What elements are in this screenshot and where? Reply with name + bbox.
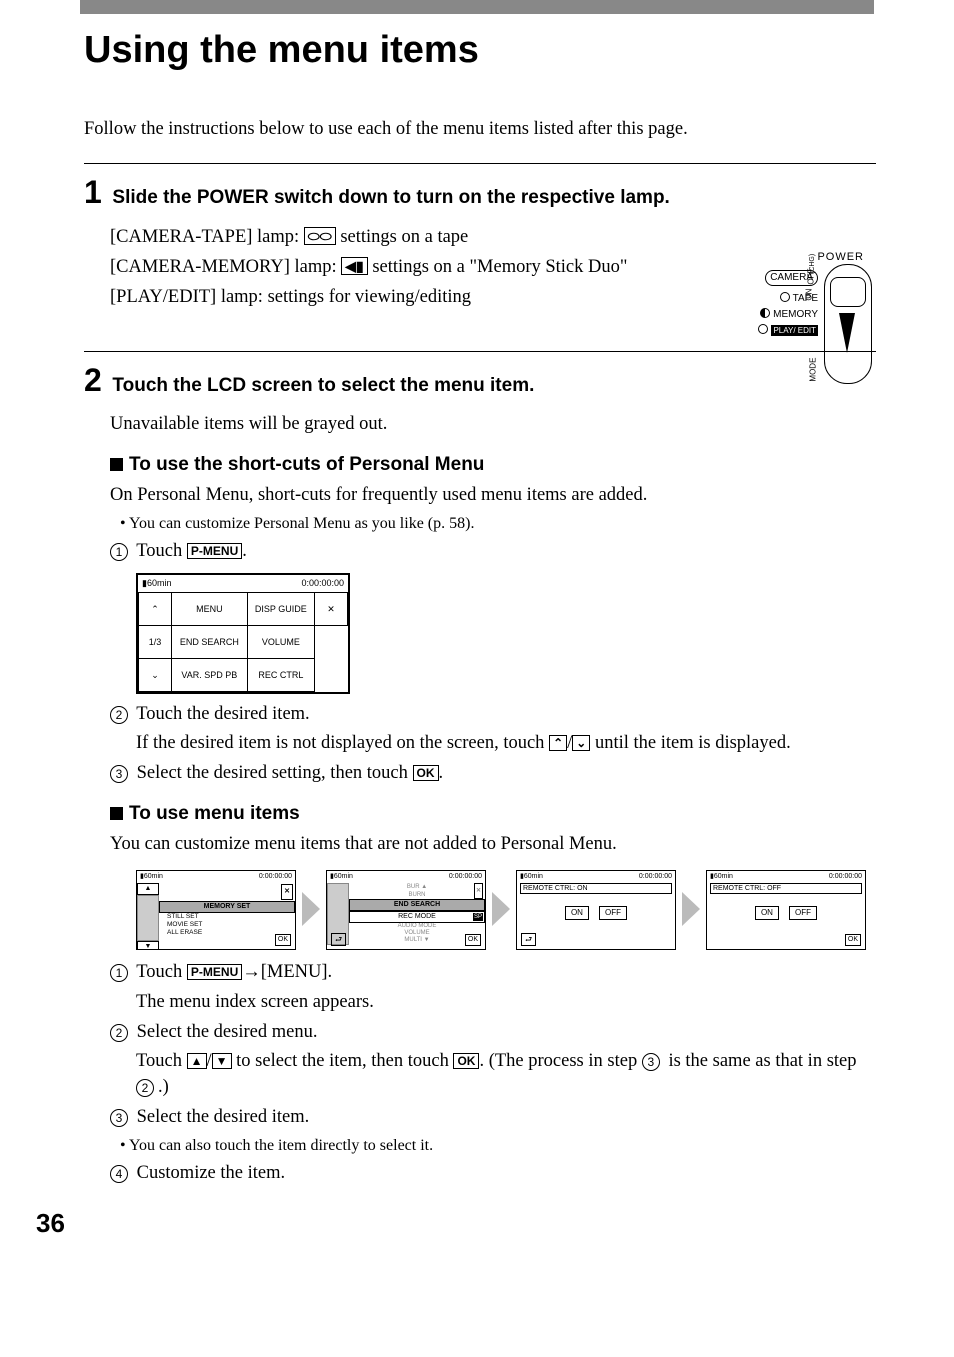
on-button[interactable]: ON — [565, 906, 589, 919]
pmenu-button[interactable]: P-MENU — [187, 964, 242, 980]
menu-step-2: 2 Select the desired menu. — [110, 1020, 876, 1046]
step-number-1: 1 — [84, 170, 102, 215]
circled-1-icon: 1 — [110, 543, 128, 561]
down-icon[interactable]: ▼ — [212, 1053, 232, 1069]
timecode: 0:00:00:00 — [301, 577, 344, 590]
step-number-2: 2 — [84, 358, 102, 403]
step-1-heading: Slide the POWER switch down to turn on t… — [112, 187, 669, 208]
page-title: Using the menu items — [84, 24, 876, 77]
menu-step-1-sub: The menu index screen appears. — [136, 990, 876, 1016]
page-indicator: 1/3 — [139, 625, 172, 658]
substep-3: 3 Select the desired setting, then touch… — [110, 761, 876, 787]
shortcuts-desc: On Personal Menu, short-cuts for frequen… — [110, 483, 876, 509]
end-search-item[interactable]: END SEARCH — [349, 899, 485, 911]
var-spd-pb-button[interactable]: VAR. SPD PB — [172, 658, 248, 691]
back-button[interactable]: ⮐ — [521, 933, 536, 946]
menu-items-heading: To use menu items — [110, 801, 876, 828]
menu-step-3: 3 Select the desired item. — [110, 1105, 876, 1131]
customize-bullet: You can customize Personal Menu as you l… — [120, 513, 876, 535]
menu-step-2-sub: Touch ▲/▼ to select the item, then touch… — [136, 1049, 876, 1101]
substep-2-note: If the desired item is not displayed on … — [136, 731, 876, 757]
off-label: OFF — [805, 269, 816, 285]
intro-text: Follow the instructions below to use eac… — [84, 117, 876, 143]
power-switch[interactable]: (CHG) OFF ON MODE — [824, 264, 872, 384]
substep-1: 1 Touch P-MENU. — [110, 539, 876, 565]
play-edit-label: PLAY/ EDIT — [771, 325, 818, 336]
step-2-heading: Touch the LCD screen to select the menu … — [112, 375, 534, 396]
grayed-out-note: Unavailable items will be grayed out. — [110, 412, 876, 438]
tape-icon: ⬭⬭ — [304, 227, 336, 245]
flow-arrow-icon — [302, 870, 320, 948]
flow-screen-3: 3 ▮60min0:00:00:00 REMOTE CTRL: ON ON OF… — [516, 870, 676, 950]
ok-button[interactable]: OK — [275, 934, 291, 946]
up-dbl-icon[interactable]: ⌃ — [549, 735, 567, 751]
menu-step-3-bullet: You can also touch the item directly to … — [120, 1135, 876, 1157]
divider — [84, 163, 876, 164]
disp-guide-button[interactable]: DISP GUIDE — [247, 592, 314, 625]
back-button[interactable]: ⮐ — [331, 933, 346, 946]
step-1: 1 Slide the POWER switch down to turn on… — [84, 170, 876, 310]
ok-button[interactable]: OK — [453, 1053, 479, 1069]
switch-knob — [830, 277, 866, 307]
play-edit-line: [PLAY/EDIT] lamp: settings for viewing/e… — [110, 285, 650, 311]
flow-screen-2: 2 ▮60min0:00:00:00 BUR ▲ ✕ BURN END SEAR… — [326, 870, 486, 950]
ok-button[interactable]: OK — [413, 765, 439, 781]
up-icon[interactable]: ▲ — [187, 1053, 207, 1069]
circled-3-icon: 3 — [110, 765, 128, 783]
circled-2-icon: 2 — [110, 1024, 128, 1042]
flow-arrow-icon — [492, 870, 510, 948]
mode-label: MODE — [807, 357, 818, 381]
personal-menu-screenshot: ▮60min 0:00:00:00 ⌃ MENU DISP GUIDE ✕ 1/… — [136, 573, 350, 694]
on-button[interactable]: ON — [755, 906, 779, 919]
substep-2: 2 Touch the desired item. — [110, 702, 876, 728]
page-content: Using the menu items Follow the instruct… — [0, 24, 954, 1242]
circled-3-icon: 3 — [110, 1109, 128, 1127]
menu-flow: 1 ▮60min0:00:00:00 ▲ ▼ ✕ MEMORY SET ST — [136, 870, 876, 950]
close-button[interactable]: ✕ — [315, 592, 348, 625]
end-search-button[interactable]: END SEARCH — [172, 625, 248, 658]
shortcuts-heading: To use the short-cuts of Personal Menu — [110, 452, 876, 479]
header-bar — [80, 0, 874, 14]
on-label: ON — [803, 289, 814, 301]
menu-step-4: 4 Customize the item. — [110, 1161, 876, 1187]
page-down-button[interactable]: ⌄ — [139, 658, 172, 691]
circled-2-icon: 2 — [136, 1079, 154, 1097]
flow-arrow-icon — [682, 870, 700, 948]
square-bullet-icon — [110, 458, 123, 471]
memory-label: MEMORY — [773, 309, 818, 320]
circled-3-icon: 3 — [642, 1053, 660, 1071]
page-up-button[interactable]: ⌃ — [139, 592, 172, 625]
step-2: 2 Touch the LCD screen to select the men… — [84, 358, 876, 1188]
flow-screen-4: 4 ▮60min0:00:00:00 REMOTE CTRL: OFF ON O… — [706, 870, 866, 950]
page-number: 36 — [36, 1205, 876, 1241]
circled-2-icon: 2 — [110, 706, 128, 724]
ok-button[interactable]: OK — [845, 934, 861, 946]
pmenu-button[interactable]: P-MENU — [187, 543, 242, 559]
battery-indicator: ▮60min — [142, 577, 171, 590]
circled-4-icon: 4 — [110, 1165, 128, 1183]
memory-set-item[interactable]: MEMORY SET — [159, 901, 295, 913]
menu-items-desc: You can customize menu items that are no… — [110, 832, 876, 858]
off-button[interactable]: OFF — [599, 906, 627, 919]
menu-button[interactable]: MENU — [172, 592, 248, 625]
down-arrow-icon — [839, 313, 855, 353]
square-bullet-icon — [110, 807, 123, 820]
ok-button[interactable]: OK — [465, 934, 481, 946]
camera-tape-line: [CAMERA-TAPE] lamp: ⬭⬭ settings on a tap… — [110, 225, 650, 251]
menu-step-1: 1 Touch P-MENU→[MENU]. — [110, 960, 876, 986]
camera-memory-line: [CAMERA-MEMORY] lamp: ◀▮ settings on a "… — [110, 255, 650, 281]
memory-icon: ◀▮ — [341, 257, 367, 275]
circled-1-icon: 1 — [110, 964, 128, 982]
down-dbl-icon[interactable]: ⌄ — [572, 735, 590, 751]
power-switch-illustration: POWER CAMERA TAPE MEMORY PLAY/ EDIT (CHG… — [691, 262, 876, 407]
off-button[interactable]: OFF — [789, 906, 817, 919]
power-label: POWER — [817, 250, 864, 265]
rec-ctrl-button[interactable]: REC CTRL — [247, 658, 314, 691]
volume-button[interactable]: VOLUME — [247, 625, 314, 658]
flow-screen-1: 1 ▮60min0:00:00:00 ▲ ▼ ✕ MEMORY SET ST — [136, 870, 296, 950]
